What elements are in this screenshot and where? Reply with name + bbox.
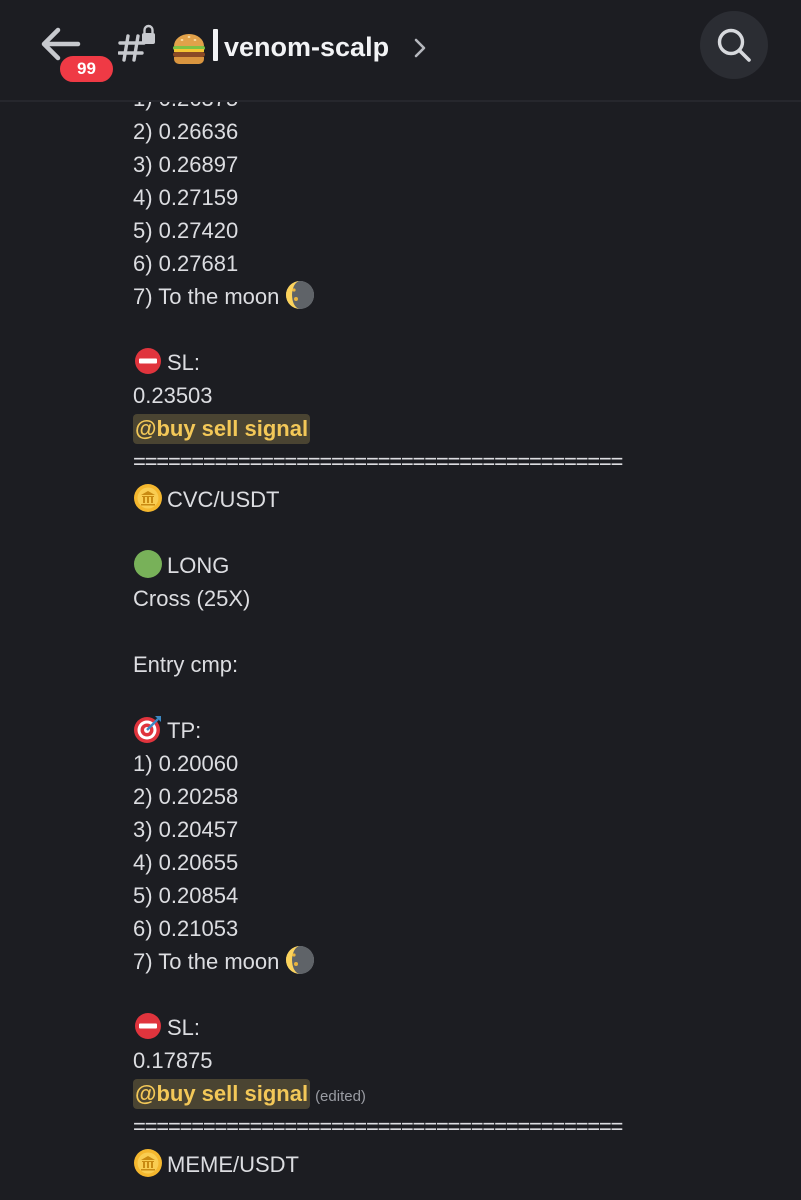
tp-label-line: TP: <box>133 714 773 747</box>
coin-emoji <box>133 1148 163 1178</box>
sl-label: SL: <box>167 350 201 375</box>
tp-moon-line: 7) To the moon <box>133 280 773 313</box>
separator-line: ========================================… <box>133 1114 623 1139</box>
tp-line: 6) 0.27681 <box>133 251 239 276</box>
role-mention[interactable]: @buy sell signal <box>133 1079 311 1109</box>
tp-moon-line: 7) To the moon <box>133 945 773 978</box>
edited-label: (edited) <box>315 1088 366 1105</box>
mention-line: @buy sell signal (edited) <box>133 1077 773 1110</box>
role-mention[interactable]: @buy sell signal <box>133 414 311 444</box>
tp-line: 4) 0.27159 <box>133 185 239 210</box>
green-circle-emoji <box>133 549 163 579</box>
tp-line: 4) 0.20655 <box>133 850 239 875</box>
target-emoji <box>133 714 163 744</box>
channel-name-divider <box>213 29 218 61</box>
tp-line: 6) 0.21053 <box>133 916 239 941</box>
sl-label-line: SL: <box>133 1011 773 1044</box>
locked-hashtag-icon <box>117 24 158 64</box>
channel-name-text: venom-scalp <box>224 32 390 62</box>
coin-emoji <box>133 483 163 513</box>
moon-emoji <box>285 280 315 310</box>
search-icon <box>717 28 751 62</box>
sl-value: 0.17875 <box>133 1048 213 1073</box>
pair-line: MEME/USDT <box>133 1148 773 1181</box>
separator-line: ========================================… <box>133 449 623 474</box>
no-entry-emoji <box>133 1011 163 1041</box>
pair-line: CVC/USDT <box>133 483 773 516</box>
sl-label-line: SL: <box>133 346 773 379</box>
mention-line: @buy sell signal <box>133 412 773 445</box>
channel-name[interactable]: venom-scalp <box>213 27 389 67</box>
entry-line: Entry cmp: <box>133 652 239 677</box>
trade-direction: LONG <box>167 553 230 578</box>
trading-pair: CVC/USDT <box>167 487 280 512</box>
sl-value: 0.23503 <box>133 383 213 408</box>
tp-line: 1) 0.20060 <box>133 751 239 776</box>
moon-emoji <box>285 945 315 975</box>
no-entry-emoji <box>133 346 163 376</box>
tp-line: 2) 0.26636 <box>133 119 239 144</box>
chevron-right-icon[interactable] <box>413 37 427 64</box>
tp-line: 3) 0.26897 <box>133 152 239 177</box>
direction-line: LONG <box>133 549 773 582</box>
tp-line: 2) 0.20258 <box>133 784 239 809</box>
sl-label: SL: <box>167 1015 201 1040</box>
message-list: 1) 0.26375 2) 0.26636 3) 0.26897 4) 0.27… <box>133 82 773 1181</box>
tp-moon-text: 7) To the moon <box>133 284 280 309</box>
tp-line: 3) 0.20457 <box>133 817 239 842</box>
burger-emoji <box>170 29 208 67</box>
channel-header: 99 venom-scalp <box>0 0 801 102</box>
tp-line: 5) 0.27420 <box>133 218 239 243</box>
leverage: Cross (25X) <box>133 586 251 611</box>
unread-count-badge: 99 <box>57 53 116 85</box>
tp-moon-text: 7) To the moon <box>133 949 280 974</box>
tp-label: TP: <box>167 718 202 743</box>
search-button[interactable] <box>700 11 768 79</box>
tp-line: 5) 0.20854 <box>133 883 239 908</box>
trading-pair: MEME/USDT <box>167 1152 299 1177</box>
